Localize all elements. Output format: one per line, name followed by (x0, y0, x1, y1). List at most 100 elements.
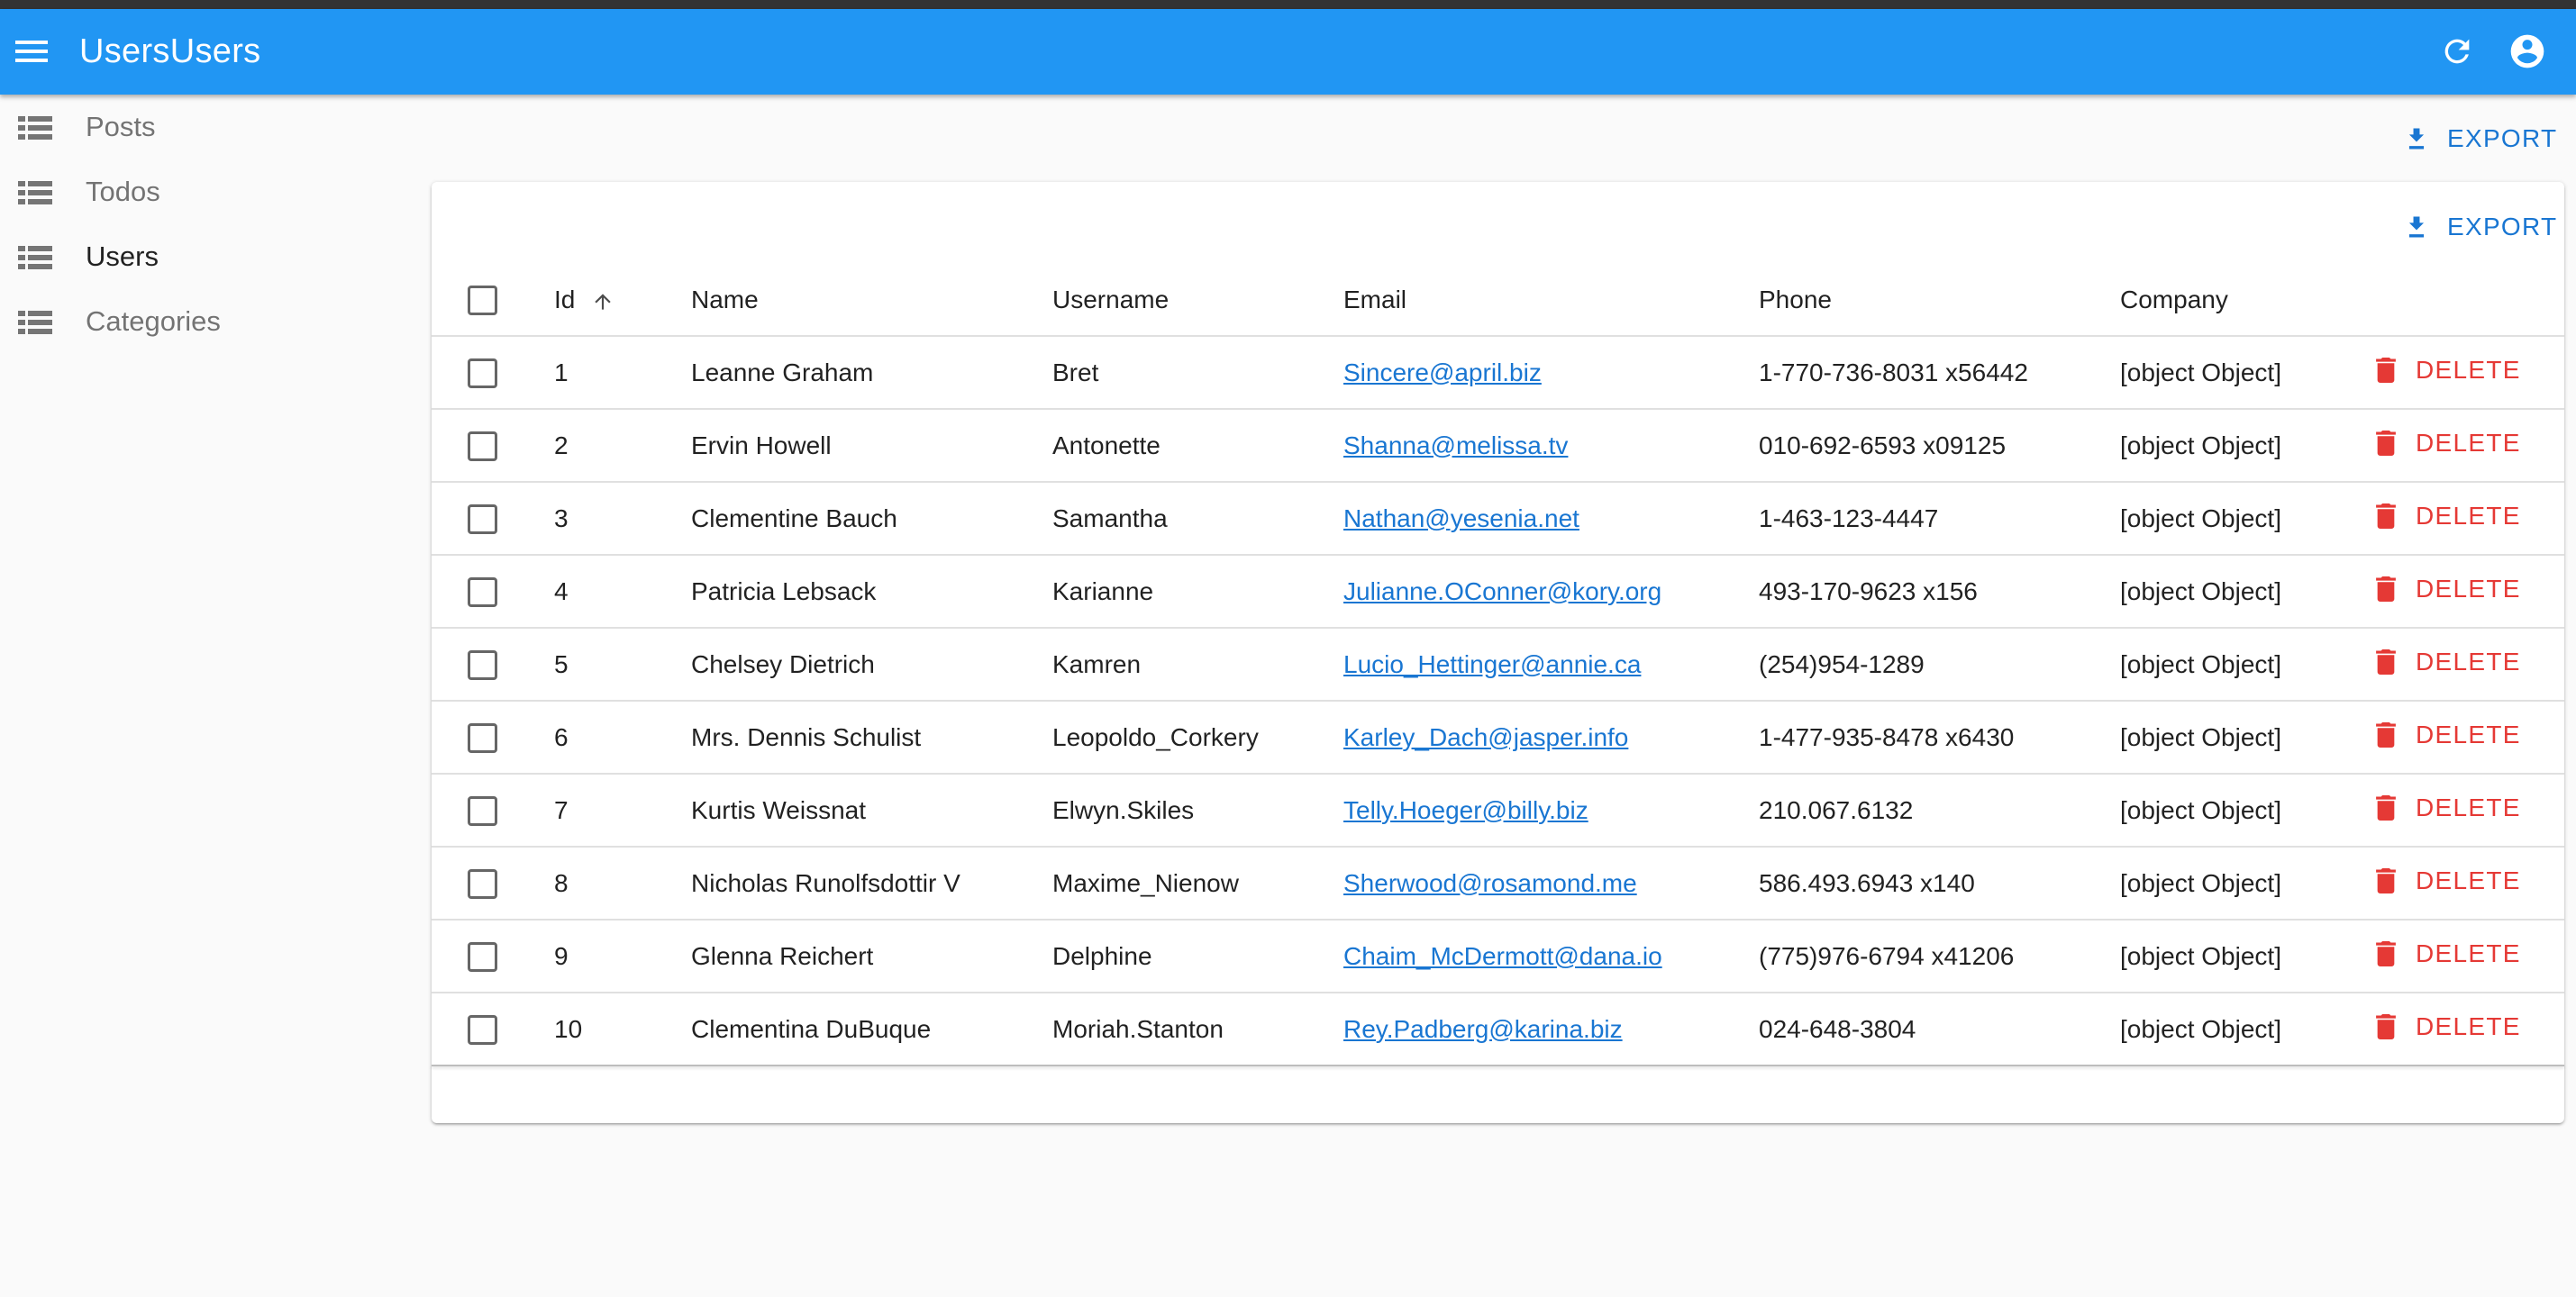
select-all-checkbox[interactable] (468, 286, 497, 316)
email-link[interactable]: Lucio_Hettinger@annie.ca (1343, 650, 1641, 678)
row-checkbox[interactable] (468, 868, 497, 899)
trash-icon (2376, 503, 2396, 529)
cell-name: Kurtis Weissnat (691, 774, 1052, 848)
trash-icon (2376, 941, 2396, 966)
email-link[interactable]: Julianne.OConner@kory.org (1343, 577, 1661, 605)
email-link[interactable]: Nathan@yesenia.net (1343, 504, 1579, 532)
row-checkbox[interactable] (468, 1014, 497, 1045)
menu-icon (15, 41, 48, 62)
cell-id: 5 (554, 628, 691, 702)
delete-button[interactable]: DELETE (2376, 502, 2521, 531)
cell-company: [object Object] (2120, 920, 2358, 993)
sidebar-item-posts[interactable]: Posts (0, 95, 396, 159)
email-link[interactable]: Shanna@melissa.tv (1343, 431, 1568, 459)
cell-company: [object Object] (2120, 409, 2358, 483)
export-button[interactable]: EXPORT (2404, 124, 2557, 153)
cell-phone: 024-648-3804 (1759, 993, 2120, 1066)
sidebar-item-label: Posts (86, 111, 156, 142)
users-list-card: Id Name Username Email Phone Company 1 Le… (432, 182, 2564, 1123)
delete-label: DELETE (2416, 1012, 2521, 1040)
email-link[interactable]: Telly.Hoeger@billy.biz (1343, 796, 1588, 824)
table-row[interactable]: 1 Leanne Graham Bret Sincere@april.biz 1-770… (432, 336, 2564, 410)
view-list-icon (18, 181, 52, 204)
column-header-phone[interactable]: Phone (1759, 265, 2120, 337)
row-checkbox[interactable] (468, 431, 497, 461)
table-row[interactable]: 5 Chelsey Dietrich Kamren Lucio_Hettinger@a… (432, 628, 2564, 702)
trash-icon (2376, 358, 2396, 383)
export-label: EXPORT (2447, 124, 2558, 152)
cell-id: 8 (554, 847, 691, 921)
cell-phone: 010-692-6593 x09125 (1759, 409, 2120, 483)
delete-button[interactable]: DELETE (2376, 721, 2521, 749)
delete-button[interactable]: DELETE (2376, 794, 2521, 822)
row-checkbox[interactable] (468, 576, 497, 607)
row-checkbox[interactable] (468, 358, 497, 388)
refresh-button[interactable] (2435, 29, 2480, 74)
delete-button[interactable]: DELETE (2376, 429, 2521, 458)
cell-username: Delphine (1052, 920, 1343, 993)
cell-id: 2 (554, 409, 691, 483)
table-row[interactable]: 10 Clementina DuBuque Moriah.Stanton Rey.Pa… (432, 993, 2564, 1066)
export-label: EXPORT (2447, 213, 2558, 240)
download-icon (2408, 128, 2425, 150)
account-button[interactable] (2505, 29, 2550, 74)
sidebar-item-label: Todos (86, 176, 160, 207)
sidebar-item-categories[interactable]: Categories (0, 289, 396, 354)
delete-button[interactable]: DELETE (2376, 939, 2521, 968)
cell-id: 1 (554, 336, 691, 410)
table-row[interactable]: 2 Ervin Howell Antonette Shanna@melissa.tv 0… (432, 409, 2564, 483)
delete-button[interactable]: DELETE (2376, 866, 2521, 895)
sidebar-item-label: Categories (86, 305, 221, 337)
email-link[interactable]: Chaim_McDermott@dana.io (1343, 942, 1662, 970)
sidebar-item-users[interactable]: Users (0, 224, 396, 289)
table-row[interactable]: 9 Glenna Reichert Delphine Chaim_McDermott@… (432, 920, 2564, 993)
email-link[interactable]: Sherwood@rosamond.me (1343, 869, 1637, 897)
email-link[interactable]: Sincere@april.biz (1343, 358, 1542, 386)
email-link[interactable]: Karley_Dach@jasper.info (1343, 723, 1628, 751)
delete-label: DELETE (2416, 648, 2521, 676)
list-export-button[interactable]: EXPORT (2404, 213, 2557, 241)
cell-name: Clementina DuBuque (691, 993, 1052, 1066)
trash-icon (2376, 431, 2396, 456)
email-link[interactable]: Rey.Padberg@karina.biz (1343, 1015, 1623, 1043)
table-row[interactable]: 3 Clementine Bauch Samantha Nathan@yesenia.… (432, 482, 2564, 556)
cell-id: 6 (554, 701, 691, 775)
sidebar-item-label: Users (86, 240, 159, 272)
cell-phone: 493-170-9623 x156 (1759, 555, 2120, 629)
cell-phone: 586.493.6943 x140 (1759, 847, 2120, 921)
cell-company: [object Object] (2120, 847, 2358, 921)
cell-phone: 210.067.6132 (1759, 774, 2120, 848)
row-checkbox[interactable] (468, 649, 497, 680)
row-checkbox[interactable] (468, 941, 497, 972)
delete-label: DELETE (2416, 429, 2521, 457)
cell-username: Karianne (1052, 555, 1343, 629)
cell-company: [object Object] (2120, 628, 2358, 702)
column-header-company[interactable]: Company (2120, 265, 2358, 337)
column-header-email[interactable]: Email (1343, 265, 1759, 337)
cell-username: Elwyn.Skiles (1052, 774, 1343, 848)
delete-label: DELETE (2416, 356, 2521, 384)
table-row[interactable]: 4 Patricia Lebsack Karianne Julianne.OConne… (432, 555, 2564, 629)
delete-button[interactable]: DELETE (2376, 648, 2521, 676)
users-table: Id Name Username Email Phone Company 1 Le… (432, 265, 2564, 1066)
app-title: UsersUsers (79, 32, 261, 70)
table-row[interactable]: 8 Nicholas Runolfsdottir V Maxime_Nienow Sh… (432, 847, 2564, 921)
column-header-name[interactable]: Name (691, 265, 1052, 337)
menu-button[interactable] (9, 31, 54, 72)
column-header-username[interactable]: Username (1052, 265, 1343, 337)
sidebar-item-todos[interactable]: Todos (0, 159, 396, 224)
row-checkbox[interactable] (468, 722, 497, 753)
row-checkbox[interactable] (468, 503, 497, 534)
cell-company: [object Object] (2120, 482, 2358, 556)
delete-button[interactable]: DELETE (2376, 356, 2521, 385)
cell-name: Leanne Graham (691, 336, 1052, 410)
delete-button[interactable]: DELETE (2376, 1012, 2521, 1041)
delete-button[interactable]: DELETE (2376, 575, 2521, 603)
cell-id: 9 (554, 920, 691, 993)
table-row[interactable]: 7 Kurtis Weissnat Elwyn.Skiles Telly.Hoeger… (432, 774, 2564, 848)
row-checkbox[interactable] (468, 795, 497, 826)
column-header-id[interactable]: Id (554, 265, 691, 337)
table-row[interactable]: 6 Mrs. Dennis Schulist Leopoldo_Corkery Kar… (432, 701, 2564, 775)
window-top-strip (0, 0, 2576, 9)
cell-company: [object Object] (2120, 555, 2358, 629)
